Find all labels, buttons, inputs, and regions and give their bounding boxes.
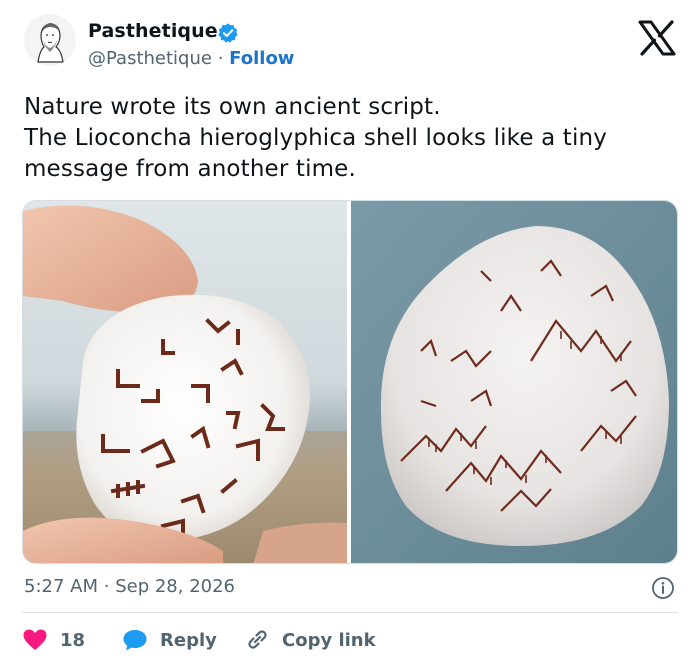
timestamp[interactable]: 5:27 AM · Sep 28, 2026 xyxy=(24,576,235,597)
handle-row: @Pasthetique · Follow xyxy=(88,48,294,69)
avatar[interactable] xyxy=(24,14,76,66)
separator: · xyxy=(217,48,224,69)
link-icon xyxy=(248,630,267,649)
reply-bubble-icon xyxy=(123,630,147,651)
info-icon[interactable] xyxy=(651,576,675,600)
copy-link-label: Copy link xyxy=(282,629,376,651)
reply-button[interactable]: Reply xyxy=(122,624,217,656)
shell-closeup-photo[interactable] xyxy=(351,201,677,563)
like-button[interactable]: 18 xyxy=(22,624,85,656)
follow-button[interactable]: Follow xyxy=(229,48,294,69)
heart-icon xyxy=(23,629,47,650)
verified-badge-icon xyxy=(217,22,239,44)
reply-label: Reply xyxy=(160,629,217,651)
copy-link-button[interactable]: Copy link xyxy=(244,624,376,656)
post-date: Sep 28, 2026 xyxy=(115,576,236,597)
hand-holding-shell-photo[interactable] xyxy=(23,201,347,563)
action-bar: 18 Reply Copy link xyxy=(22,624,682,656)
tweet-line: message from another time. xyxy=(24,156,356,182)
separator: · xyxy=(103,576,110,597)
media-grid xyxy=(22,200,678,564)
tweet-line: The Lioconcha hieroglyphica shell looks … xyxy=(24,125,607,151)
like-count: 18 xyxy=(60,629,86,651)
display-name[interactable]: Pasthetique xyxy=(88,20,218,42)
handle[interactable]: @Pasthetique xyxy=(88,48,212,69)
divider xyxy=(22,612,678,613)
post-time: 5:27 AM xyxy=(24,576,98,597)
tweet-text: Nature wrote its own ancient script. The… xyxy=(24,92,684,185)
x-logo-icon[interactable] xyxy=(638,20,676,56)
tweet-line: Nature wrote its own ancient script. xyxy=(24,94,441,120)
